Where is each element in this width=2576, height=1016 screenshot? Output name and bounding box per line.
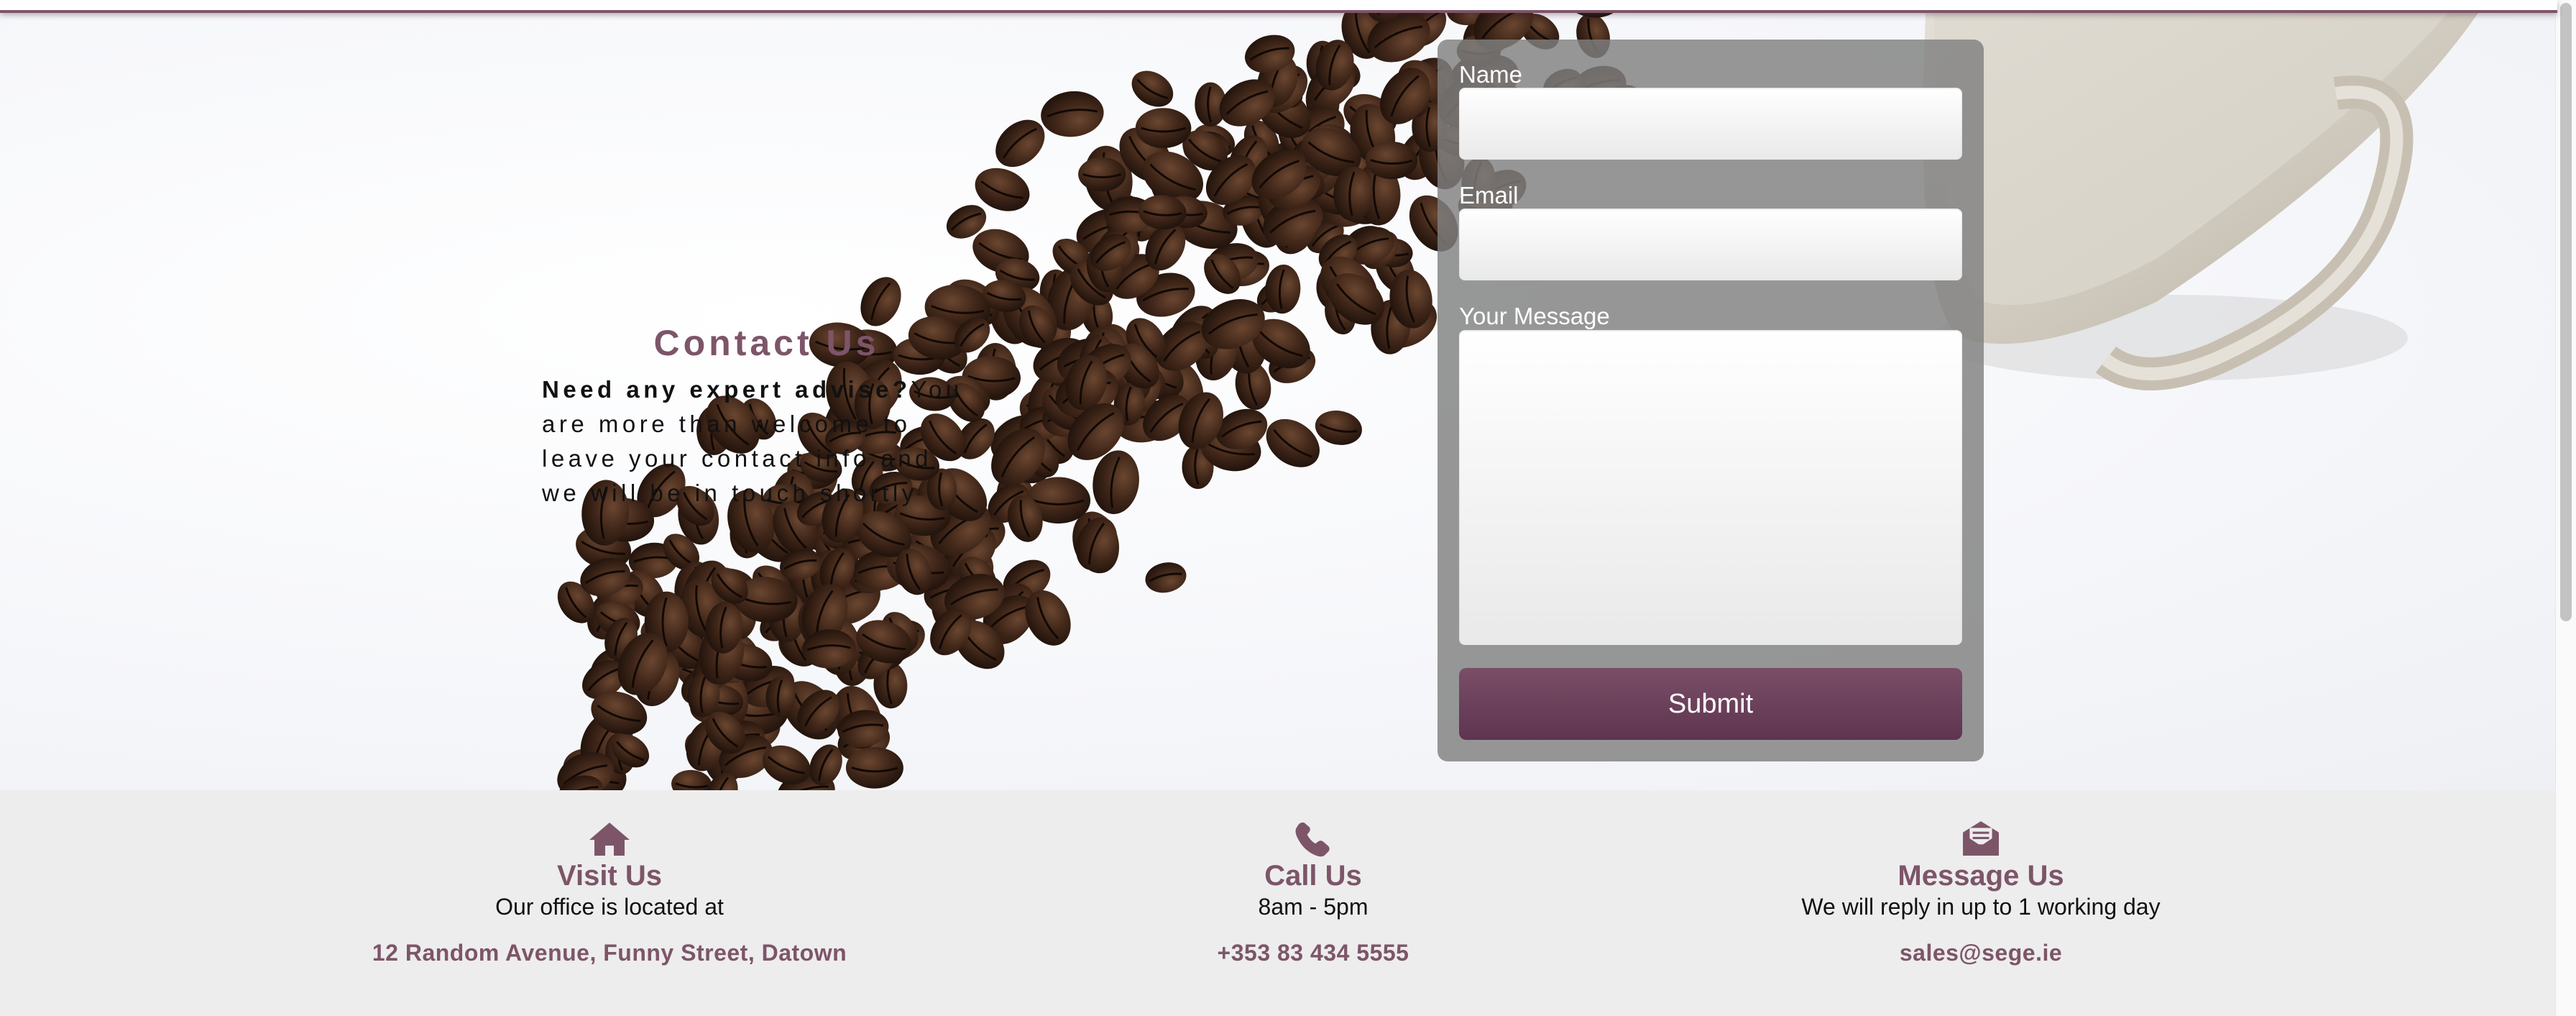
call-us-subtext: 8am - 5pm	[1258, 894, 1368, 920]
email-label: Email	[1459, 182, 1519, 209]
message-us-block: Message Us We will reply in up to 1 work…	[1657, 819, 2304, 966]
phone-icon	[1295, 822, 1330, 857]
email-link[interactable]: sales@sege.ie	[1657, 940, 2304, 966]
email-input[interactable]	[1459, 209, 1962, 280]
contact-lead-bold: Need any expert advise?	[542, 376, 911, 403]
contact-intro: Contact Us Need any expert advise?You ar…	[542, 322, 973, 511]
submit-button[interactable]: Submit	[1459, 668, 1962, 740]
visit-us-subtext: Our office is located at	[495, 894, 724, 920]
visit-us-block: Visit Us Our office is located at 12 Ran…	[286, 819, 933, 966]
message-us-subtext: We will reply in up to 1 working day	[1801, 894, 2161, 920]
contact-description: Need any expert advise?You are more than…	[542, 372, 973, 511]
name-label: Name	[1459, 61, 1523, 88]
envelope-open-icon	[1963, 821, 1999, 856]
top-navigation-bar	[0, 0, 2557, 13]
message-textarea[interactable]	[1459, 330, 1962, 645]
call-us-heading: Call Us	[1264, 860, 1362, 892]
name-input[interactable]	[1459, 88, 1962, 160]
contact-form: Name Email Your Message Submit	[1438, 40, 1984, 761]
coffee-background-image	[557, 0, 2487, 790]
visit-us-heading: Visit Us	[557, 860, 662, 892]
home-icon	[589, 823, 630, 856]
contact-title: Contact Us	[653, 323, 880, 363]
hero-section: Contact Us Need any expert advise?You ar…	[0, 0, 2556, 790]
phone-link[interactable]: +353 83 434 5555	[990, 940, 1637, 966]
message-us-heading: Message Us	[1898, 860, 2064, 892]
vertical-scrollbar[interactable]	[2555, 0, 2576, 1016]
scrollbar-thumb[interactable]	[2560, 3, 2572, 621]
contact-footer: Visit Us Our office is located at 12 Ran…	[0, 790, 2556, 1016]
call-us-block: Call Us 8am - 5pm +353 83 434 5555	[990, 819, 1637, 966]
address-link[interactable]: 12 Random Avenue, Funny Street, Datown	[286, 940, 933, 966]
message-label: Your Message	[1459, 303, 1610, 329]
